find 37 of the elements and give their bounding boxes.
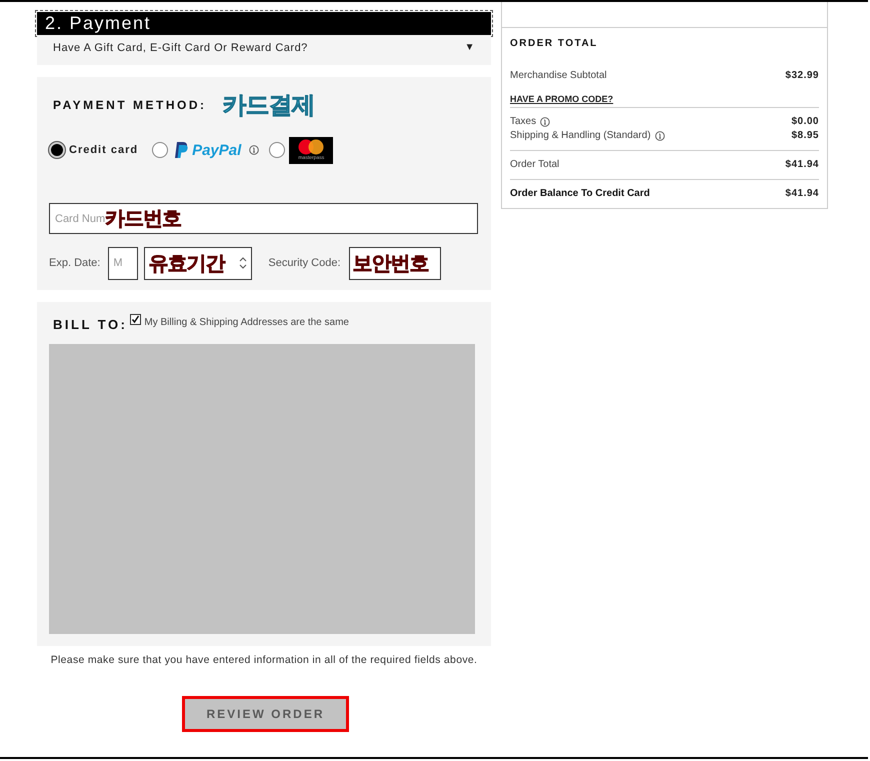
radio-button[interactable] — [152, 142, 168, 158]
info-icon — [249, 145, 260, 155]
row-label: Order Balance To Credit Card — [510, 187, 650, 201]
year-field[interactable]: 유효기간 — [144, 246, 252, 280]
paypal-p-icon — [174, 141, 188, 159]
checkbox[interactable] — [130, 314, 142, 325]
annotation-text: 카드결제 — [222, 91, 315, 121]
bill-to-heading: BILL TO: — [53, 317, 128, 332]
row-amount: $32.99 — [785, 69, 819, 83]
promo-code-link[interactable]: HAVE A PROMO CODE? — [510, 94, 614, 104]
security-code-label: Security Code: — [268, 257, 341, 269]
radio-button[interactable] — [49, 142, 65, 158]
checkbox-label: My Billing & Shipping Addresses are the same — [144, 317, 349, 328]
row-amount: $41.94 — [785, 187, 819, 201]
annotation-text: 보안번호 — [352, 252, 429, 276]
gift-card-toggle[interactable]: Have A Gift Card, E-Gift Card Or Reward Card? ▼ — [37, 35, 491, 65]
row-amount: $0.00 — [791, 115, 819, 129]
exp-date-label: Exp. Date: — [49, 257, 100, 269]
security-code-field[interactable]: 보안번호 — [348, 246, 441, 280]
annotation-text: 유효기간 — [148, 252, 224, 276]
info-icon[interactable] — [540, 117, 550, 127]
paypal-logo-text: PayPal — [192, 142, 242, 158]
payment-method-heading: PAYMENT METHOD: — [53, 98, 207, 112]
info-icon[interactable] — [654, 131, 665, 141]
row-amount: $8.95 — [791, 129, 819, 143]
section-title: 2. Payment — [37, 12, 491, 35]
row-label: Taxes — [510, 115, 536, 129]
order-total-heading: ORDER TOTAL — [510, 38, 599, 49]
row-label: Merchandise Subtotal — [510, 69, 607, 83]
annotation-text: 카드번호 — [105, 207, 182, 232]
notice-text: Please make sure that you have entered information in all of the required fields above. — [50, 653, 478, 668]
row-label: Order Total — [510, 158, 560, 172]
row-amount: $41.94 — [785, 158, 819, 172]
row-label: Shipping & Handling (Standard) — [510, 129, 651, 143]
option-label: Credit card — [69, 144, 138, 156]
radio-button[interactable] — [269, 142, 286, 158]
spinner-icon — [239, 256, 248, 270]
